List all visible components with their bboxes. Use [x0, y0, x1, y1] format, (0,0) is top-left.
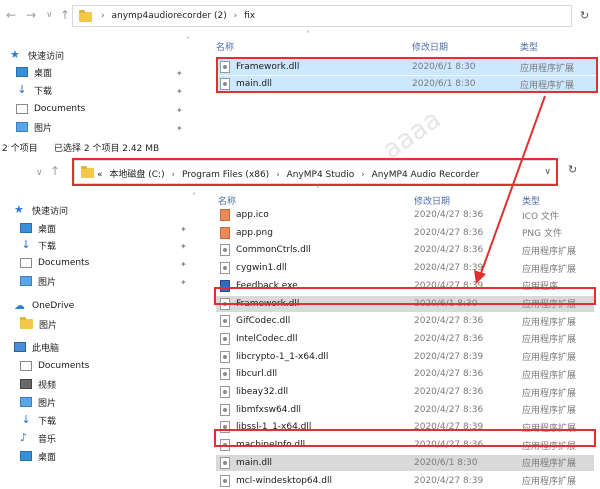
dll-file-icon	[220, 474, 230, 487]
pointer-arrow	[474, 95, 546, 284]
file-date: 2020/4/27 8:39	[414, 475, 484, 486]
file-name: mcl-windesktop64.dll	[236, 475, 332, 486]
file-type: 应用程序扩展	[522, 477, 577, 487]
file-row[interactable]: mcl-windesktop64.dll 2020/4/27 8:39 应用程序扩展	[216, 473, 594, 489]
